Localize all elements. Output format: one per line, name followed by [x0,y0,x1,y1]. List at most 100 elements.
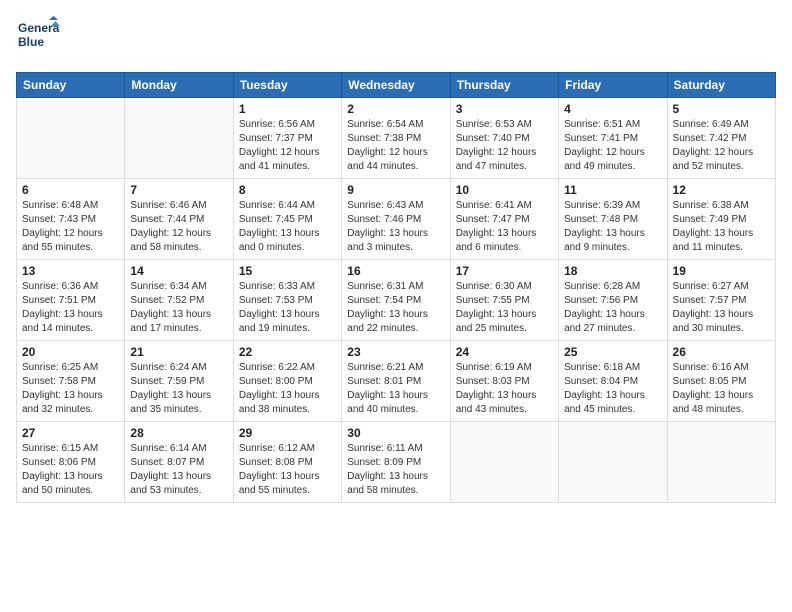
day-number: 6 [22,183,119,197]
week-row-4: 20 Sunrise: 6:25 AM Sunset: 7:58 PM Dayli… [17,341,776,422]
cell-info: Sunrise: 6:36 AM Sunset: 7:51 PM Dayligh… [22,280,119,336]
cell-info: Sunrise: 6:33 AM Sunset: 7:53 PM Dayligh… [239,280,336,336]
day-number: 5 [673,102,770,116]
day-number: 30 [347,426,444,440]
calendar-cell: 18Sunrise: 6:28 AM Sunset: 7:56 PM Dayli… [559,260,667,341]
cell-info: Sunrise: 6:56 AM Sunset: 7:37 PM Dayligh… [239,118,336,174]
cell-info: Sunrise: 6:12 AM Sunset: 8:08 PM Dayligh… [239,442,336,498]
calendar-cell: 10 Sunrise: 6:41 AM Sunset: 7:47 PM Dayli… [450,179,558,260]
weekday-header-tuesday: Tuesday [233,73,341,98]
calendar-cell [125,98,233,179]
cell-info: Sunrise: 6:31 AM Sunset: 7:54 PM Dayligh… [347,280,444,336]
day-number: 15 [239,264,336,278]
calendar-cell: 16 Sunrise: 6:31 AM Sunset: 7:54 PM Dayli… [342,260,450,341]
week-row-1: 1 Sunrise: 6:56 AM Sunset: 7:37 PM Daylig… [17,98,776,179]
calendar-cell: 19 Sunrise: 6:27 AM Sunset: 7:57 PM Dayli… [667,260,775,341]
cell-info: Sunrise: 6:41 AM Sunset: 7:47 PM Dayligh… [456,199,553,255]
calendar-cell [17,98,125,179]
day-number: 8 [239,183,336,197]
calendar-cell [667,422,775,503]
calendar-cell: 22 Sunrise: 6:22 AM Sunset: 8:00 PM Dayli… [233,341,341,422]
calendar-cell: 9 Sunrise: 6:43 AM Sunset: 7:46 PM Daylig… [342,179,450,260]
week-row-3: 13 Sunrise: 6:36 AM Sunset: 7:51 PM Dayli… [17,260,776,341]
calendar-cell: 21Sunrise: 6:24 AM Sunset: 7:59 PM Dayli… [125,341,233,422]
day-number: 28 [130,426,227,440]
calendar-cell: 3 Sunrise: 6:53 AM Sunset: 7:40 PM Daylig… [450,98,558,179]
calendar-cell: 26 Sunrise: 6:16 AM Sunset: 8:05 PM Dayli… [667,341,775,422]
weekday-header-saturday: Saturday [667,73,775,98]
svg-text:Blue: Blue [18,35,44,49]
calendar-cell: 12Sunrise: 6:38 AM Sunset: 7:49 PM Dayli… [667,179,775,260]
cell-info: Sunrise: 6:34 AM Sunset: 7:52 PM Dayligh… [130,280,227,336]
weekday-header-row: SundayMondayTuesdayWednesdayThursdayFrid… [17,73,776,98]
day-number: 22 [239,345,336,359]
day-number: 26 [673,345,770,359]
cell-info: Sunrise: 6:51 AM Sunset: 7:41 PM Dayligh… [564,118,661,174]
calendar-cell: 27Sunrise: 6:15 AM Sunset: 8:06 PM Dayli… [17,422,125,503]
calendar-cell: 29 Sunrise: 6:12 AM Sunset: 8:08 PM Dayli… [233,422,341,503]
calendar-cell: 23Sunrise: 6:21 AM Sunset: 8:01 PM Dayli… [342,341,450,422]
cell-info: Sunrise: 6:53 AM Sunset: 7:40 PM Dayligh… [456,118,553,174]
weekday-header-friday: Friday [559,73,667,98]
cell-info: Sunrise: 6:39 AM Sunset: 7:48 PM Dayligh… [564,199,661,255]
cell-info: Sunrise: 6:14 AM Sunset: 8:07 PM Dayligh… [130,442,227,498]
cell-info: Sunrise: 6:24 AM Sunset: 7:59 PM Dayligh… [130,361,227,417]
cell-info: Sunrise: 6:30 AM Sunset: 7:55 PM Dayligh… [456,280,553,336]
day-number: 12 [673,183,770,197]
cell-info: Sunrise: 6:21 AM Sunset: 8:01 PM Dayligh… [347,361,444,417]
day-number: 4 [564,102,661,116]
cell-info: Sunrise: 6:22 AM Sunset: 8:00 PM Dayligh… [239,361,336,417]
cell-info: Sunrise: 6:49 AM Sunset: 7:42 PM Dayligh… [673,118,770,174]
calendar-cell: 28 Sunrise: 6:14 AM Sunset: 8:07 PM Dayli… [125,422,233,503]
day-number: 24 [456,345,553,359]
calendar-cell [559,422,667,503]
day-number: 7 [130,183,227,197]
calendar-cell: 1 Sunrise: 6:56 AM Sunset: 7:37 PM Daylig… [233,98,341,179]
calendar-cell [450,422,558,503]
cell-info: Sunrise: 6:27 AM Sunset: 7:57 PM Dayligh… [673,280,770,336]
cell-info: Sunrise: 6:15 AM Sunset: 8:06 PM Dayligh… [22,442,119,498]
day-number: 19 [673,264,770,278]
day-number: 29 [239,426,336,440]
cell-info: Sunrise: 6:46 AM Sunset: 7:44 PM Dayligh… [130,199,227,255]
calendar-cell: 15 Sunrise: 6:33 AM Sunset: 7:53 PM Dayli… [233,260,341,341]
day-number: 3 [456,102,553,116]
day-number: 9 [347,183,444,197]
day-number: 10 [456,183,553,197]
calendar-cell: 24 Sunrise: 6:19 AM Sunset: 8:03 PM Dayli… [450,341,558,422]
day-number: 18 [564,264,661,278]
calendar-cell: 6 Sunrise: 6:48 AM Sunset: 7:43 PM Daylig… [17,179,125,260]
cell-info: Sunrise: 6:44 AM Sunset: 7:45 PM Dayligh… [239,199,336,255]
weekday-header-sunday: Sunday [17,73,125,98]
day-number: 1 [239,102,336,116]
logo: General Blue [16,16,60,60]
cell-info: Sunrise: 6:48 AM Sunset: 7:43 PM Dayligh… [22,199,119,255]
day-number: 13 [22,264,119,278]
day-number: 17 [456,264,553,278]
calendar-cell: 4 Sunrise: 6:51 AM Sunset: 7:41 PM Daylig… [559,98,667,179]
cell-info: Sunrise: 6:25 AM Sunset: 7:58 PM Dayligh… [22,361,119,417]
week-row-2: 6 Sunrise: 6:48 AM Sunset: 7:43 PM Daylig… [17,179,776,260]
weekday-header-monday: Monday [125,73,233,98]
cell-info: Sunrise: 6:16 AM Sunset: 8:05 PM Dayligh… [673,361,770,417]
cell-info: Sunrise: 6:18 AM Sunset: 8:04 PM Dayligh… [564,361,661,417]
calendar-table: SundayMondayTuesdayWednesdayThursdayFrid… [16,72,776,503]
calendar-cell: 17 Sunrise: 6:30 AM Sunset: 7:55 PM Dayli… [450,260,558,341]
calendar-cell: 8 Sunrise: 6:44 AM Sunset: 7:45 PM Daylig… [233,179,341,260]
calendar-cell: 11Sunrise: 6:39 AM Sunset: 7:48 PM Dayli… [559,179,667,260]
calendar-cell: 13 Sunrise: 6:36 AM Sunset: 7:51 PM Dayli… [17,260,125,341]
calendar-cell: 20 Sunrise: 6:25 AM Sunset: 7:58 PM Dayli… [17,341,125,422]
calendar-cell: 25 Sunrise: 6:18 AM Sunset: 8:04 PM Dayli… [559,341,667,422]
page-header: General Blue [16,16,776,60]
cell-info: Sunrise: 6:54 AM Sunset: 7:38 PM Dayligh… [347,118,444,174]
weekday-header-thursday: Thursday [450,73,558,98]
cell-info: Sunrise: 6:43 AM Sunset: 7:46 PM Dayligh… [347,199,444,255]
day-number: 16 [347,264,444,278]
day-number: 20 [22,345,119,359]
calendar-cell: 30Sunrise: 6:11 AM Sunset: 8:09 PM Dayli… [342,422,450,503]
week-row-5: 27Sunrise: 6:15 AM Sunset: 8:06 PM Dayli… [17,422,776,503]
day-number: 25 [564,345,661,359]
calendar-cell: 14Sunrise: 6:34 AM Sunset: 7:52 PM Dayli… [125,260,233,341]
cell-info: Sunrise: 6:19 AM Sunset: 8:03 PM Dayligh… [456,361,553,417]
calendar-cell: 7 Sunrise: 6:46 AM Sunset: 7:44 PM Daylig… [125,179,233,260]
